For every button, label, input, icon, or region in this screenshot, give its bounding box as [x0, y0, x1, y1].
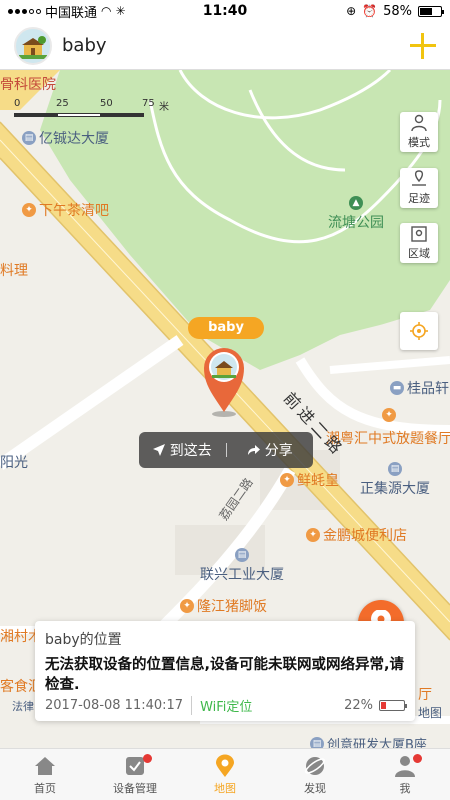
poi-longjiang[interactable]: ✦ 隆江猪脚饭 [180, 596, 267, 616]
poi-park[interactable]: ▲ 流塘公园 [328, 196, 384, 232]
app-header: baby [0, 22, 450, 70]
area-pin-icon [411, 226, 427, 242]
info-title: baby的位置 [45, 632, 122, 648]
notification-badge [413, 754, 422, 763]
track-label: 足迹 [408, 192, 430, 205]
poi-ditu[interactable]: 地图 [418, 704, 442, 721]
area-button[interactable]: 区域 [400, 223, 438, 263]
scale-label: 0 [14, 98, 21, 109]
building-icon: ▤ [235, 548, 249, 562]
park-icon: ▲ [349, 196, 363, 210]
status-time: 11:40 [202, 3, 248, 19]
orientation-lock-icon: ⊕ [346, 4, 357, 18]
scale-label: 75 [142, 98, 155, 109]
wifi-icon: ◠ [101, 4, 112, 18]
mode-label: 模式 [408, 136, 430, 149]
scale-label: 50 [100, 98, 113, 109]
hotel-icon: ▬ [390, 381, 404, 395]
battery-percent: 58% [383, 3, 412, 19]
poi-building[interactable]: ▤ 亿铖达大厦 [22, 128, 109, 148]
poi-cuisine[interactable]: 料理 [0, 260, 28, 280]
poi-zhengjiyuan[interactable]: ▤ 正集源大厦 [360, 462, 430, 498]
mode-button[interactable]: 模式 [400, 112, 438, 152]
navigation-arrow-icon [152, 444, 165, 456]
map-view[interactable]: 0 25 50 75 米 骨科医院 ▤ 亿铖达大厦 ✦ 下午茶清吧 料理 ▲ 流塘公园… [0, 70, 450, 748]
footprint-icon [412, 170, 426, 186]
battery-icon [418, 5, 444, 17]
shop-icon: ✦ [306, 528, 320, 542]
poi-ting[interactable]: 厅 [418, 684, 432, 704]
device-battery-icon [379, 700, 407, 711]
track-button[interactable]: 足迹 [400, 168, 438, 208]
poi-restaurant-marker[interactable]: ✦ [382, 408, 396, 422]
poi-hospital[interactable]: 骨科医院 [0, 74, 56, 94]
house-avatar-icon [17, 29, 49, 62]
marker-popup: 到这去 分享 [139, 432, 313, 468]
restaurant-icon: ✦ [22, 203, 36, 217]
avatar[interactable] [14, 26, 52, 65]
locate-me-button[interactable] [400, 312, 438, 350]
share-button[interactable]: 分享 [227, 440, 314, 460]
tab-discover[interactable]: 发现 [270, 749, 360, 800]
carrier-label: 中国联通 [45, 5, 98, 21]
restaurant-icon: ✦ [180, 599, 194, 613]
location-method: WiFi定位 [191, 696, 252, 715]
person-icon [411, 114, 427, 132]
navigate-button[interactable]: 到这去 [139, 440, 226, 460]
share-icon [247, 445, 260, 455]
poi-xianhao[interactable]: ✦ 鲜蚝皇 [280, 470, 339, 490]
building-icon: ▤ [22, 131, 36, 145]
scale-unit: 米 [159, 102, 169, 113]
poi-guangyuan[interactable]: 阳光 [0, 452, 28, 472]
map-pin-icon [216, 754, 234, 777]
tab-profile[interactable]: 我 [360, 749, 450, 800]
restaurant-icon: ✦ [280, 473, 294, 487]
page-title: baby [62, 35, 107, 56]
plus-icon[interactable] [410, 32, 436, 59]
notification-badge [143, 754, 152, 763]
device-location-pin-icon[interactable] [202, 346, 246, 418]
location-info-card: baby的位置 无法获取设备的位置信息,设备可能未联网或网络异常,请检查. 20… [35, 621, 415, 721]
signal-icon [8, 8, 41, 14]
home-icon [35, 756, 55, 775]
scale-label: 25 [56, 98, 69, 109]
tab-map[interactable]: 地图 [180, 749, 270, 800]
device-battery-percent: 22% [344, 698, 373, 713]
building-icon: ▤ [388, 462, 402, 476]
map-scale: 0 25 50 75 米 [14, 98, 174, 117]
device-name-pill[interactable]: baby [188, 317, 264, 339]
crosshair-icon [410, 322, 428, 340]
building-icon: ▤ [310, 736, 324, 748]
area-label: 区域 [408, 247, 430, 260]
tab-device-manage[interactable]: 设备管理 [90, 749, 180, 800]
discover-icon [305, 756, 325, 775]
tab-bar: 首页 设备管理 地图 发现 我 [0, 748, 450, 800]
alarm-icon: ⏰ [362, 4, 378, 18]
poi-jinpeng[interactable]: ✦ 金鹏城便利店 [306, 525, 407, 545]
location-timestamp: 2017-08-08 11:40:17 [45, 698, 184, 713]
poi-tea[interactable]: ✦ 下午茶清吧 [22, 200, 109, 220]
tab-home[interactable]: 首页 [0, 749, 90, 800]
poi-guipin[interactable]: ▬ 桂品轩 [390, 378, 449, 398]
restaurant-icon: ✦ [382, 408, 396, 422]
info-message: 无法获取设备的位置信息,设备可能未联网或网络异常,请检查. [45, 657, 405, 693]
loading-icon: ✳ [115, 4, 126, 18]
legal-link[interactable]: 法律 [12, 698, 34, 714]
poi-lianxing[interactable]: ▤ 联兴工业大厦 [200, 548, 284, 584]
poi-bottom-building[interactable]: ▤ 创意研发大厦B座 [310, 734, 427, 748]
status-bar: 中国联通 ◠ ✳ 11:40 ⊕ ⏰ 58% [0, 0, 450, 22]
